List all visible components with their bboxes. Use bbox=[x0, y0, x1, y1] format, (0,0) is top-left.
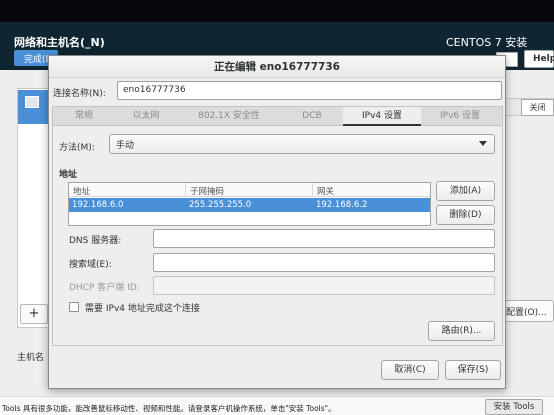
address-cell[interactable]: 192.168.6.0 bbox=[72, 200, 123, 210]
column-header-gateway[interactable]: 网关 bbox=[313, 183, 430, 197]
edit-connection-dialog: 正在编辑 eno16777736 连接名称(N): eno16777736 常规… bbox=[48, 55, 506, 389]
dns-servers-input[interactable] bbox=[153, 229, 495, 248]
save-button[interactable]: 保存(S) bbox=[445, 360, 501, 380]
tab-dcb[interactable]: DCB bbox=[281, 107, 343, 125]
add-address-button[interactable]: 添加(A) bbox=[436, 181, 495, 201]
address-table[interactable]: 地址 子网掩码 网关 192.168.6.0 255.255.255.0 192… bbox=[68, 182, 431, 226]
add-interface-button[interactable]: + bbox=[20, 304, 48, 324]
vm-tools-message: Tools 具有很多功能，能改善鼠标移动性、视频和性能。请登录客户机操作系统，单… bbox=[2, 404, 336, 413]
product-title: CENTOS 7 安装 bbox=[446, 36, 528, 49]
tab-ipv4-settings[interactable]: IPv4 设置 bbox=[343, 107, 421, 126]
connection-off-toggle[interactable]: 关闭 bbox=[521, 99, 554, 116]
dhcp-client-id-input bbox=[153, 276, 495, 295]
netmask-cell[interactable]: 255.255.255.0 bbox=[189, 200, 251, 210]
configure-button[interactable]: 配置(O)... bbox=[503, 300, 554, 322]
dns-servers-label: DNS 服务器: bbox=[69, 236, 122, 246]
column-header-address[interactable]: 地址 bbox=[69, 183, 186, 197]
connection-name-label: 连接名称(N): bbox=[53, 89, 106, 99]
dialog-title: 正在编辑 eno16777736 bbox=[49, 56, 505, 78]
method-value: 手动 bbox=[116, 141, 135, 151]
install-tools-button[interactable]: 安装 Tools bbox=[485, 399, 543, 415]
hostname-label: 主机名 bbox=[17, 353, 45, 363]
tab-ethernet[interactable]: 以太网 bbox=[115, 107, 177, 125]
dhcp-client-id-label: DHCP 客户端 ID: bbox=[69, 283, 140, 293]
tab-general[interactable]: 常规 bbox=[53, 107, 115, 125]
gateway-cell[interactable]: 192.168.6.2 bbox=[316, 200, 367, 210]
spoke-title: 网络和主机名(_N) bbox=[14, 36, 105, 49]
tab-ipv6-settings[interactable]: IPv6 设置 bbox=[421, 107, 499, 125]
settings-tabs: 常规 以太网 802.1X 安全性 DCB IPv4 设置 IPv6 设置 bbox=[52, 106, 503, 126]
method-dropdown[interactable]: 手动 bbox=[109, 134, 495, 154]
address-section-label: 地址 bbox=[59, 170, 78, 180]
help-button[interactable]: Help! bbox=[524, 50, 554, 68]
cancel-button[interactable]: 取消(C) bbox=[381, 360, 439, 380]
search-domains-label: 搜索域(E): bbox=[69, 260, 112, 270]
method-label: 方法(M): bbox=[59, 143, 95, 153]
ethernet-icon bbox=[25, 96, 39, 108]
dropdown-arrow-icon bbox=[479, 141, 487, 146]
require-ipv4-checkbox[interactable] bbox=[69, 302, 79, 312]
table-row[interactable]: 192.168.6.0 255.255.255.0 192.168.6.2 bbox=[69, 198, 430, 212]
tab-8021x-security[interactable]: 802.1X 安全性 bbox=[177, 107, 281, 125]
connection-name-input[interactable]: eno16777736 bbox=[117, 81, 502, 100]
routes-button[interactable]: 路由(R)... bbox=[428, 321, 495, 341]
delete-address-button[interactable]: 删除(D) bbox=[436, 205, 495, 225]
search-domains-input[interactable] bbox=[153, 253, 495, 272]
require-ipv4-label[interactable]: 需要 IPv4 地址完成这个连接 bbox=[85, 301, 200, 314]
window-top-strip bbox=[0, 0, 554, 22]
column-header-netmask[interactable]: 子网掩码 bbox=[186, 183, 313, 197]
